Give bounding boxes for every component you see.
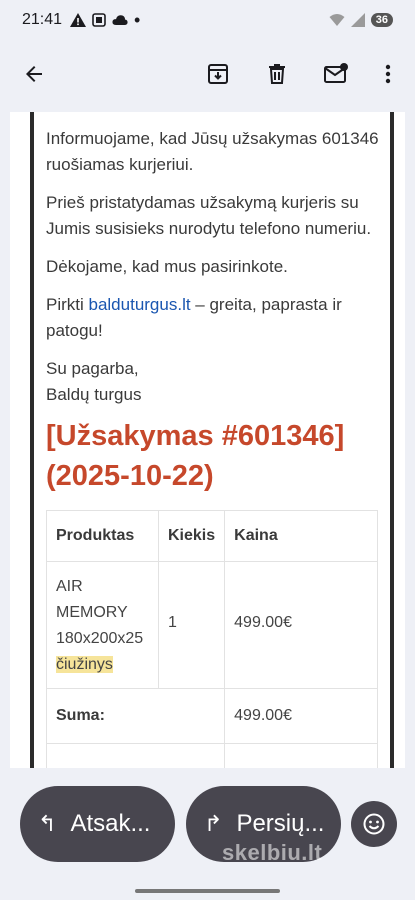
delete-button[interactable] [261,58,293,90]
info-paragraph: Informuojame, kad Jūsų užsakymas 601346 … [46,129,379,174]
email-frame: Informuojame, kad Jūsų užsakymas 601346 … [30,112,394,768]
reply-button[interactable]: ↰ Atsak... [20,786,175,862]
shop-prefix: Pirkti [46,295,89,314]
shop-link[interactable]: balduturgus.lt [89,295,191,314]
email-toolbar [0,40,415,108]
bottom-actions: ↰ Atsak... ↱ Persių... skelbiu.lt [0,768,415,900]
forward-icon: ↱ [204,811,223,836]
header-product: Produktas [46,510,159,562]
shop-paragraph: Pirkti balduturgus.lt – greita, paprasta… [46,292,380,344]
home-indicator[interactable] [135,889,280,893]
email-content: Informuojame, kad Jūsų užsakymas 601346 … [10,112,405,768]
courier-paragraph: Prieš pristatydamas užsakymą kurjeris su… [46,193,372,238]
sum-label: Suma: [45,688,226,744]
mail-unread-icon [324,63,348,83]
price-cell: 499.00€ [224,561,378,689]
emoji-button[interactable] [351,801,397,847]
battery-indicator: 36 [370,13,393,27]
signal-icon [350,13,365,27]
forward-label: Persių... [236,810,325,837]
empty-cell [45,743,226,768]
product-highlight: čiužinys [56,656,113,673]
arrow-back-icon [26,66,42,82]
archive-button[interactable] [202,58,234,90]
more-options-button[interactable] [372,58,404,90]
table-row: AIR MEMORY 180x200x25 čiužinys 1 499.00€ [46,561,378,689]
order-table: Produktas Kiekis Kaina AIR MEMORY 180x20… [45,510,378,768]
reply-label: Atsak... [70,810,151,837]
signature-line-2: Baldų turgus [46,385,142,404]
empty-cell [224,743,378,768]
qty-cell: 1 [157,561,226,689]
sum-value: 499.00€ [224,688,378,744]
table-row [45,743,378,768]
header-price: Kaina [224,510,378,562]
sum-row: Suma: 499.00€ [45,688,378,744]
order-heading: [Užsakymas #601346] (2025-10-22) [46,420,345,492]
warning-icon [70,13,87,27]
thanks-paragraph: Dėkojame, kad mus pasirinkote. [46,257,288,276]
archive-icon [208,64,228,84]
status-right: 36 [329,13,393,27]
reply-icon: ↰ [38,811,57,836]
product-name: AIR MEMORY 180x200x25 [56,578,144,647]
status-time: 21:41 [22,11,63,28]
wifi-icon [329,14,345,26]
email-body: Informuojame, kad Jūsų užsakymas 601346 … [34,112,390,768]
watermark: skelbiu.lt [222,840,323,865]
screenshot-icon [92,13,106,27]
more-vert-icon [385,64,391,84]
cloud-icon [112,15,128,25]
product-cell: AIR MEMORY 180x200x25 čiužinys [46,561,159,689]
status-icons: • [70,10,141,30]
dot-icon: • [134,10,141,30]
table-header-row: Produktas Kiekis Kaina [46,510,378,562]
emoji-icon [363,813,385,835]
signature-line-1: Su pagarba, [46,359,139,378]
mark-unread-button[interactable] [320,58,352,90]
back-button[interactable] [18,58,50,90]
trash-icon [269,64,285,84]
header-qty: Kiekis [157,510,226,562]
signature: Su pagarba, Baldų turgus [46,356,380,408]
status-bar: 21:41 • 36 [0,0,415,40]
